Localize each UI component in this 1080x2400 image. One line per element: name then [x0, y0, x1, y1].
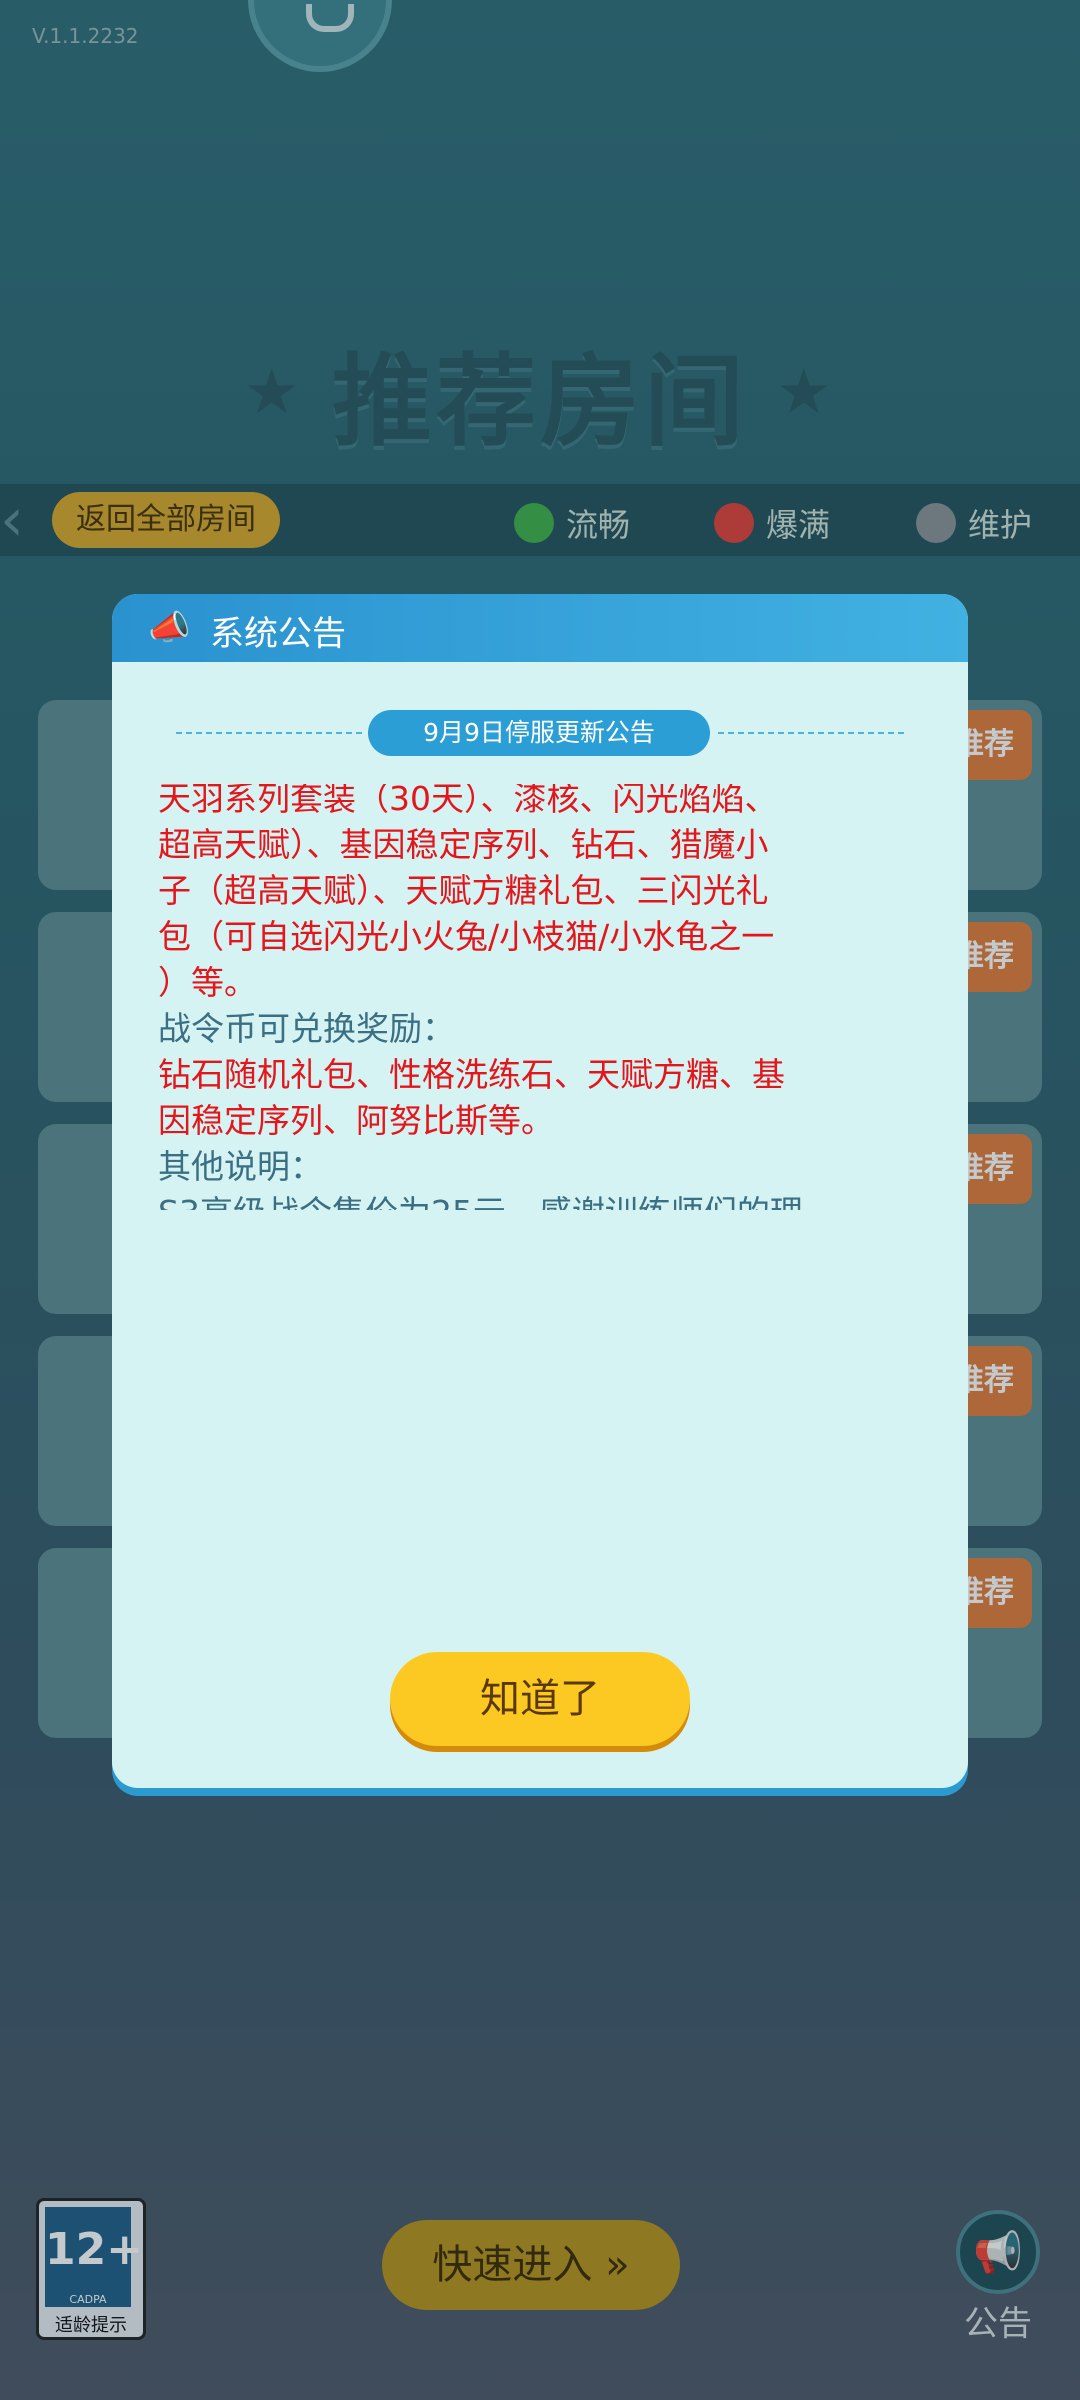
notice-date-title: 9月9日停服更新公告 — [368, 710, 710, 756]
notice-line: 包（可自选闪光小火兔/小枝猫/小水龟之一 — [158, 917, 775, 956]
notice-line: 其他说明： — [158, 1147, 323, 1186]
notice-line: 钻石随机礼包、性格洗练石、天赋方糖、基 — [158, 1055, 785, 1094]
notice-line: S3高级战令售价为25元，感谢训练师们的理 — [158, 1190, 928, 1210]
got-it-button[interactable]: 知道了 — [390, 1652, 690, 1746]
notice-line: 超高天赋）、基因稳定序列、钻石、猎魔小 — [158, 825, 769, 864]
notice-line: 因稳定序列、阿努比斯等。 — [158, 1101, 554, 1140]
dialog-title: 系统公告 — [210, 614, 346, 654]
divider — [718, 732, 904, 734]
divider — [176, 732, 362, 734]
notice-line: 子（超高天赋）、天赋方糖礼包、三闪光礼 — [158, 871, 769, 910]
notice-content: 天羽系列套装（30天）、漆核、闪光焰焰、超高天赋）、基因稳定序列、钻石、猎魔小子… — [158, 784, 928, 1210]
notice-line: 天羽系列套装（30天）、漆核、闪光焰焰、 — [158, 784, 778, 818]
notice-line: 战令币可兑换奖励： — [158, 1009, 455, 1048]
dialog-header: 📣 系统公告 — [112, 594, 968, 662]
notice-line: ）等。 — [158, 963, 257, 1002]
notice-content-scroll[interactable]: 天羽系列套装（30天）、漆核、闪光焰焰、超高天赋）、基因稳定序列、钻石、猎魔小子… — [158, 784, 928, 1210]
megaphone-icon: 📣 — [148, 608, 191, 648]
system-notice-dialog: 📣 系统公告 9月9日停服更新公告 天羽系列套装（30天）、漆核、闪光焰焰、超高… — [112, 594, 968, 1788]
